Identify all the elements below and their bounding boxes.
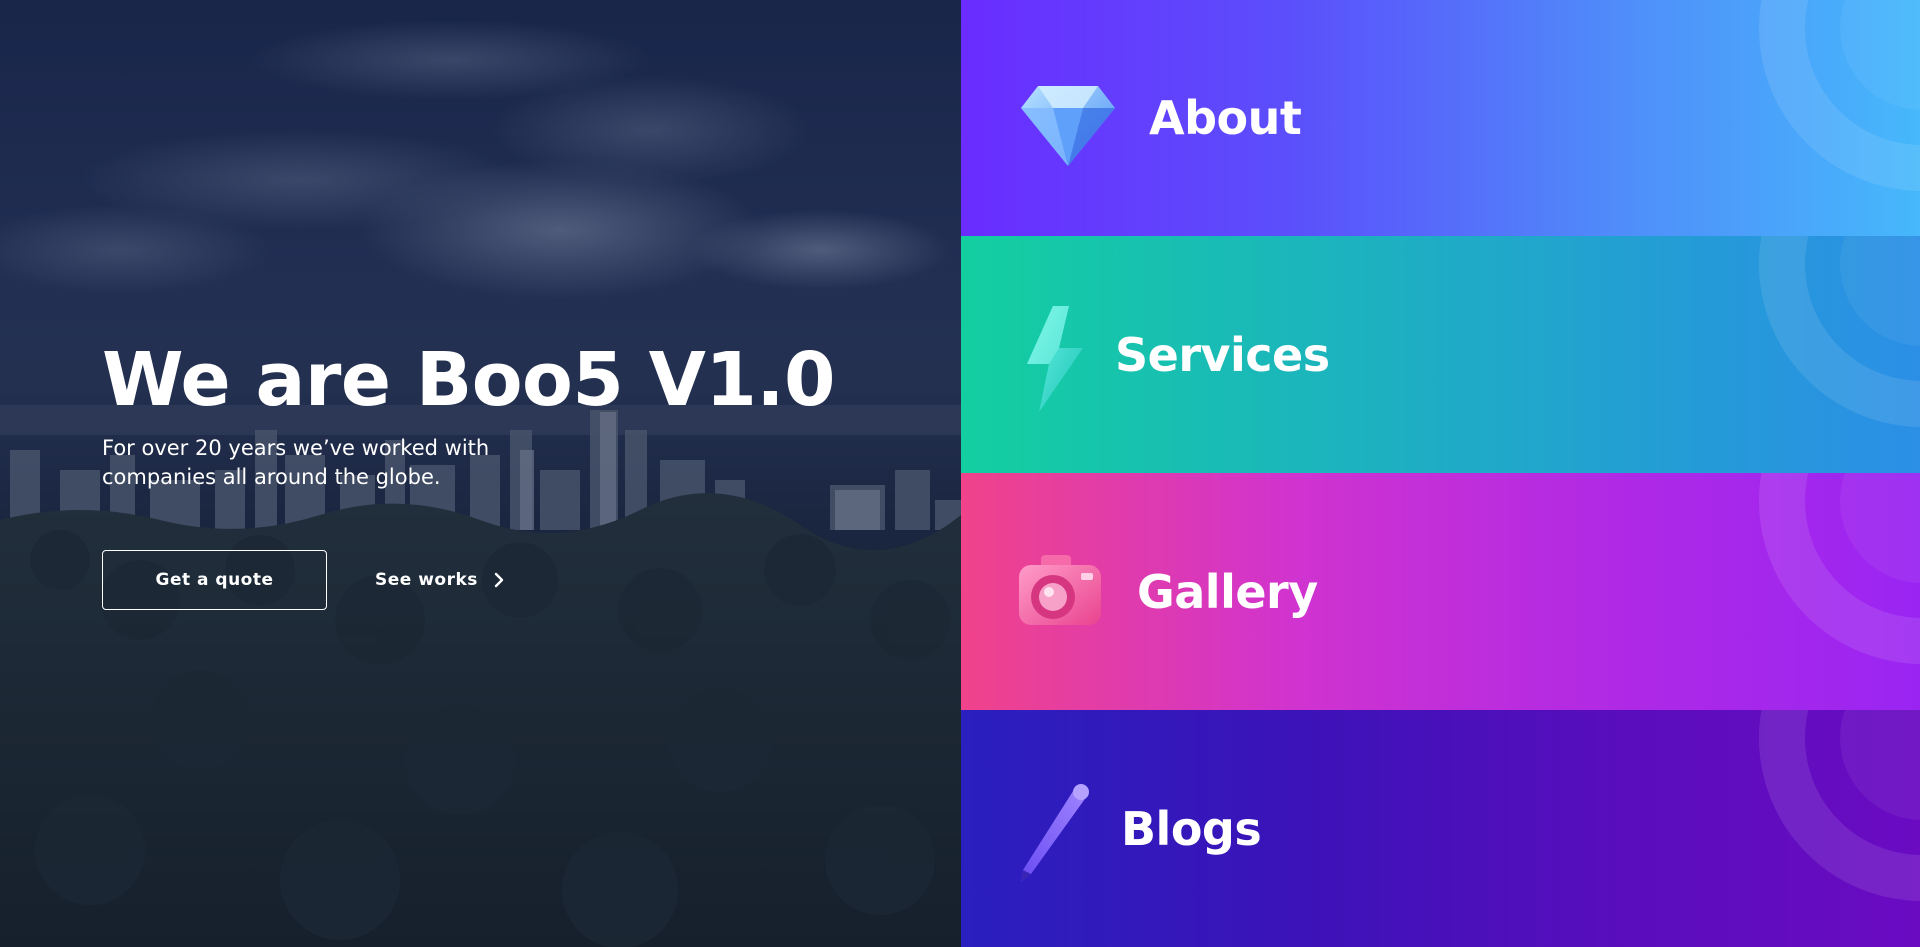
hero-title: We are Boo5 V1.0 xyxy=(102,337,836,423)
get-a-quote-button[interactable]: Get a quote xyxy=(102,550,327,610)
hero-content: We are Boo5 V1.0 For over 20 years we’ve… xyxy=(102,338,862,610)
hero-actions: Get a quote See works xyxy=(102,550,862,610)
chevron-right-icon xyxy=(494,572,504,588)
menu-tile-blogs[interactable]: Blogs xyxy=(961,710,1920,947)
menu-tile-services[interactable]: Services xyxy=(961,236,1920,473)
see-works-link[interactable]: See works xyxy=(375,570,504,590)
menu-label-services: Services xyxy=(1115,327,1330,382)
pen-icon xyxy=(1021,784,1089,882)
decorative-rings xyxy=(1759,236,1920,427)
menu-label-gallery: Gallery xyxy=(1137,564,1318,619)
see-works-label: See works xyxy=(375,570,478,590)
menu-tile-about[interactable]: About xyxy=(961,0,1920,236)
menu-label-about: About xyxy=(1149,91,1302,145)
page: We are Boo5 V1.0 For over 20 years we’ve… xyxy=(0,0,1920,947)
hero-subtitle: For over 20 years we’ve worked with comp… xyxy=(102,436,490,489)
menu-tile-gallery[interactable]: Gallery xyxy=(961,473,1920,710)
decorative-rings xyxy=(1759,473,1920,664)
diamond-icon xyxy=(1021,86,1115,166)
decorative-rings xyxy=(1759,710,1920,901)
decorative-rings xyxy=(1759,0,1920,191)
camera-icon xyxy=(1019,555,1101,625)
get-a-quote-label: Get a quote xyxy=(155,570,274,590)
lightning-icon xyxy=(1027,306,1083,412)
section-menu: About Services Gallery Blogs xyxy=(961,0,1920,947)
hero-section: We are Boo5 V1.0 For over 20 years we’ve… xyxy=(0,0,961,947)
menu-label-blogs: Blogs xyxy=(1121,801,1262,856)
